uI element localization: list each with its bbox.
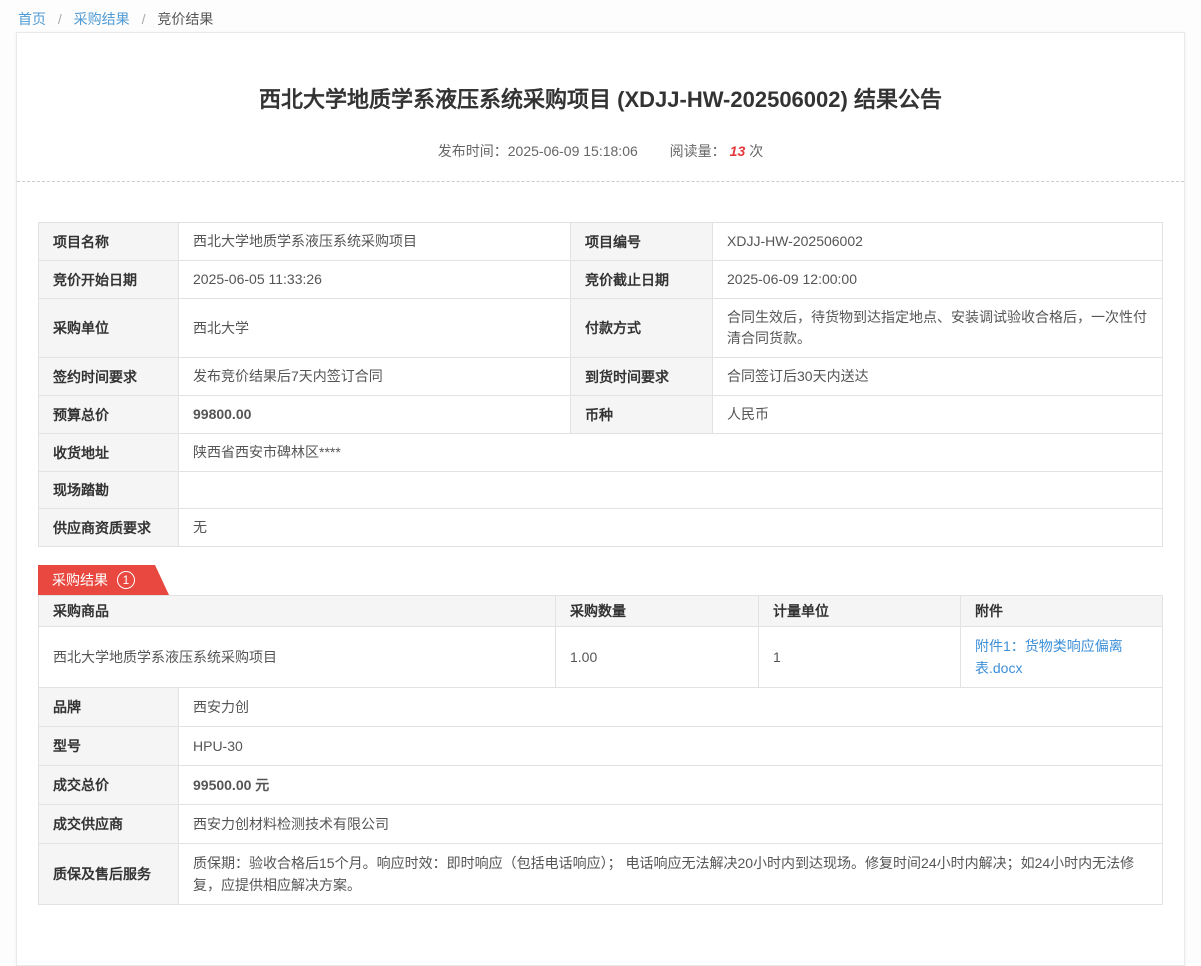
info-value: 合同生效后，待货物到达指定地点、安装调试验收合格后，一次性付清合同货款。 xyxy=(713,299,1163,358)
info-value: 合同签订后30天内送达 xyxy=(713,358,1163,396)
table-row: 品牌 西安力创 xyxy=(39,688,1163,727)
project-info-table: 项目名称 西北大学地质学系液压系统采购项目 项目编号 XDJJ-HW-20250… xyxy=(38,222,1163,547)
col-header-unit: 计量单位 xyxy=(759,596,961,627)
product-name: 西北大学地质学系液压系统采购项目 xyxy=(39,627,556,688)
table-row: 收货地址 陕西省西安市碑林区**** xyxy=(39,434,1163,472)
detail-label: 质保及售后服务 xyxy=(39,844,179,905)
detail-label: 型号 xyxy=(39,727,179,766)
breadcrumb-separator: / xyxy=(58,11,62,27)
info-label: 预算总价 xyxy=(39,396,179,434)
table-row: 采购单位 西北大学 付款方式 合同生效后，待货物到达指定地点、安装调试验收合格后… xyxy=(39,299,1163,358)
publish-time-label: 发布时间： xyxy=(438,143,508,159)
info-label: 现场踏勘 xyxy=(39,472,179,509)
result-detail-table: 品牌 西安力创 型号 HPU-30 成交总价 99500.00 元 成交供应商 … xyxy=(38,687,1163,905)
deal-total-price: 99500.00 元 xyxy=(179,766,1163,805)
info-label: 签约时间要求 xyxy=(39,358,179,396)
table-row: 签约时间要求 发布竞价结果后7天内签订合同 到货时间要求 合同签订后30天内送达 xyxy=(39,358,1163,396)
detail-value: 西安力创材料检测技术有限公司 xyxy=(179,805,1163,844)
procurement-result-badge: 采购结果 1 xyxy=(38,565,169,595)
table-row: 竞价开始日期 2025-06-05 11:33:26 竞价截止日期 2025-0… xyxy=(39,261,1163,299)
table-row: 西北大学地质学系液压系统采购项目 1.00 1 附件1：货物类响应偏离表.doc… xyxy=(39,627,1163,688)
detail-label: 成交供应商 xyxy=(39,805,179,844)
info-label: 竞价开始日期 xyxy=(39,261,179,299)
attachment-cell: 附件1：货物类响应偏离表.docx xyxy=(961,627,1163,688)
info-label: 到货时间要求 xyxy=(571,358,713,396)
info-label: 收货地址 xyxy=(39,434,179,472)
info-value: 无 xyxy=(179,509,1163,547)
info-value: 2025-06-09 12:00:00 xyxy=(713,261,1163,299)
info-value: 发布竞价结果后7天内签订合同 xyxy=(179,358,571,396)
info-label: 币种 xyxy=(571,396,713,434)
info-value: 西北大学 xyxy=(179,299,571,358)
detail-label: 成交总价 xyxy=(39,766,179,805)
table-row: 现场踏勘 xyxy=(39,472,1163,509)
info-value: 人民币 xyxy=(713,396,1163,434)
breadcrumb-procurement-results[interactable]: 采购结果 xyxy=(74,11,130,27)
info-label: 项目名称 xyxy=(39,223,179,261)
attachment-link[interactable]: 附件1：货物类响应偏离表.docx xyxy=(975,638,1123,676)
publish-time-value: 2025-06-09 15:18:06 xyxy=(508,143,638,159)
info-label: 竞价截止日期 xyxy=(571,261,713,299)
info-value xyxy=(179,472,1163,509)
detail-label: 品牌 xyxy=(39,688,179,727)
col-header-product: 采购商品 xyxy=(39,596,556,627)
publish-meta: 发布时间：2025-06-09 15:18:06 阅读量：13次 xyxy=(38,141,1163,161)
detail-value: HPU-30 xyxy=(179,727,1163,766)
table-row: 成交供应商 西安力创材料检测技术有限公司 xyxy=(39,805,1163,844)
breadcrumb-home[interactable]: 首页 xyxy=(18,11,46,27)
read-count-value: 13 xyxy=(730,143,746,159)
dashed-divider xyxy=(17,181,1184,182)
table-row: 成交总价 99500.00 元 xyxy=(39,766,1163,805)
budget-total-price: 99800.00 xyxy=(179,396,571,434)
info-value: 陕西省西安市碑林区**** xyxy=(179,434,1163,472)
product-quantity: 1.00 xyxy=(556,627,759,688)
info-label: 付款方式 xyxy=(571,299,713,358)
product-unit: 1 xyxy=(759,627,961,688)
col-header-attachment: 附件 xyxy=(961,596,1163,627)
info-label: 项目编号 xyxy=(571,223,713,261)
table-row: 预算总价 99800.00 币种 人民币 xyxy=(39,396,1163,434)
announcement-card: 西北大学地质学系液压系统采购项目 (XDJJ-HW-202506002) 结果公… xyxy=(16,32,1185,966)
badge-count-circle-icon: 1 xyxy=(117,571,135,589)
badge-label: 采购结果 xyxy=(52,570,108,590)
info-value: 西北大学地质学系液压系统采购项目 xyxy=(179,223,571,261)
info-label: 供应商资质要求 xyxy=(39,509,179,547)
col-header-quantity: 采购数量 xyxy=(556,596,759,627)
info-value: XDJJ-HW-202506002 xyxy=(713,223,1163,261)
breadcrumb: 首页 / 采购结果 / 竞价结果 xyxy=(0,0,1201,26)
detail-value: 质保期：验收合格后15个月。响应时效：即时响应（包括电话响应）； 电话响应无法解… xyxy=(179,844,1163,905)
info-value: 2025-06-05 11:33:26 xyxy=(179,261,571,299)
breadcrumb-separator: / xyxy=(142,11,146,27)
read-count-label: 阅读量： xyxy=(670,143,726,159)
read-count-unit: 次 xyxy=(749,143,763,159)
table-row: 型号 HPU-30 xyxy=(39,727,1163,766)
table-header-row: 采购商品 采购数量 计量单位 附件 xyxy=(39,596,1163,627)
breadcrumb-current-bidding-results: 竞价结果 xyxy=(157,11,213,27)
table-row: 质保及售后服务 质保期：验收合格后15个月。响应时效：即时响应（包括电话响应）；… xyxy=(39,844,1163,905)
table-row: 项目名称 西北大学地质学系液压系统采购项目 项目编号 XDJJ-HW-20250… xyxy=(39,223,1163,261)
table-row: 供应商资质要求 无 xyxy=(39,509,1163,547)
detail-value: 西安力创 xyxy=(179,688,1163,727)
page-title: 西北大学地质学系液压系统采购项目 (XDJJ-HW-202506002) 结果公… xyxy=(38,85,1163,115)
info-label: 采购单位 xyxy=(39,299,179,358)
product-table: 采购商品 采购数量 计量单位 附件 西北大学地质学系液压系统采购项目 1.00 … xyxy=(38,595,1163,688)
